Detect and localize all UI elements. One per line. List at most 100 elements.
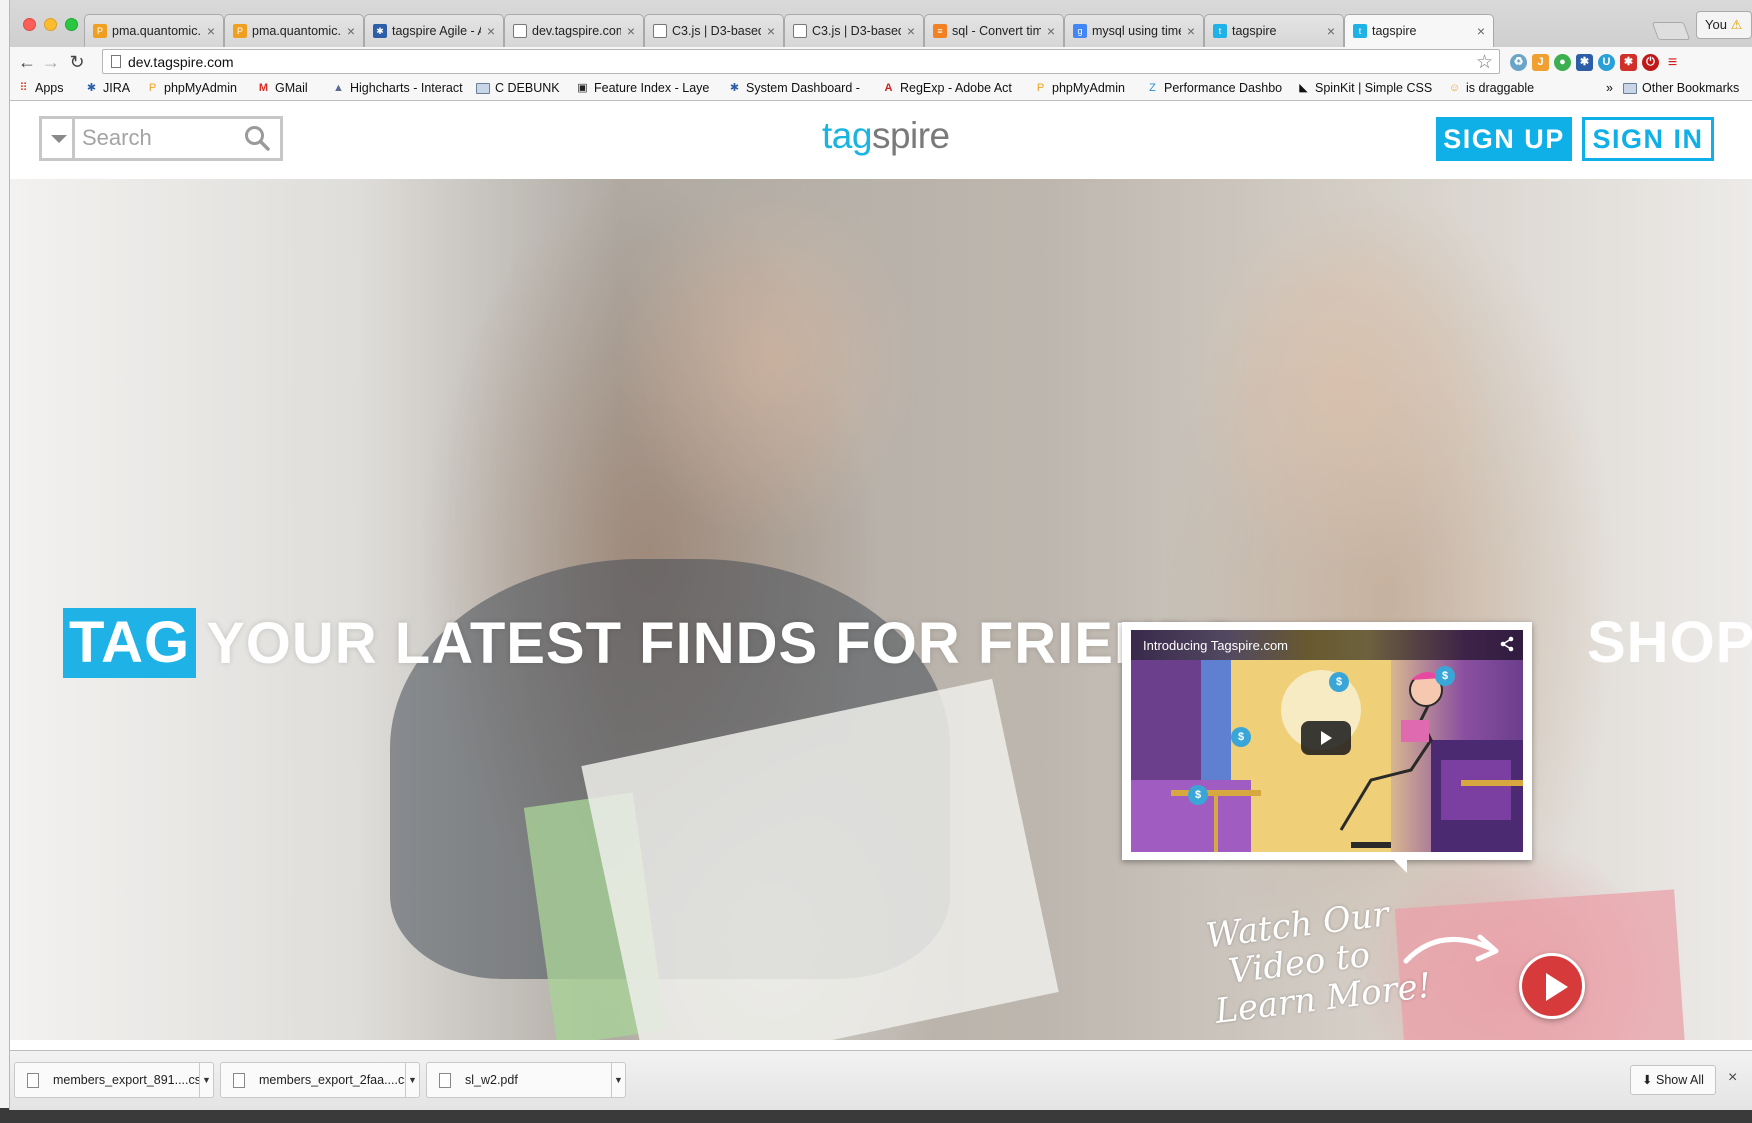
download-item[interactable]: members_export_2faa....csv ▼: [220, 1062, 420, 1098]
bookmarks-bar: ⠿ Apps ✱ JIRA P phpMyAdmin M GMail ▲ Hig…: [10, 77, 1752, 101]
download-item[interactable]: members_export_891....csv ▼: [14, 1062, 214, 1098]
site-header: tagspire SIGN UP SIGN IN: [10, 101, 1752, 179]
bookmark-label: Highcharts - Interact: [350, 81, 463, 95]
tab-close-icon[interactable]: ×: [1327, 23, 1335, 39]
bookmark-highcharts[interactable]: ▲ Highcharts - Interact: [332, 81, 464, 95]
tab-c3js-1[interactable]: C3.js | D3-based re ×: [644, 14, 784, 47]
tab-close-icon[interactable]: ×: [207, 23, 215, 39]
bookmark-label: JIRA: [103, 81, 131, 95]
file-icon: [27, 1072, 39, 1088]
share-icon[interactable]: [1499, 636, 1515, 652]
logo-spire-text: spire: [871, 115, 950, 156]
download-name: members_export_891....csv: [53, 1073, 199, 1087]
tab-mysql-time[interactable]: g mysql using time st ×: [1064, 14, 1204, 47]
menu-icon[interactable]: ≡: [1664, 54, 1681, 71]
search-icon[interactable]: [244, 125, 270, 151]
tab-close-icon[interactable]: ×: [1187, 23, 1195, 39]
url-text: dev.tagspire.com: [128, 54, 234, 70]
address-bar[interactable]: dev.tagspire.com ☆: [102, 49, 1500, 74]
profile-button[interactable]: You ⚠: [1696, 11, 1752, 39]
evernote-extension-icon[interactable]: ●: [1554, 54, 1571, 71]
tab-title: pma.quantomic.com: [252, 24, 341, 38]
watch-video-play-button[interactable]: [1519, 953, 1585, 1019]
tab-close-icon[interactable]: ×: [487, 23, 495, 39]
video-title-bar: Introducing Tagspire.com: [1131, 630, 1523, 660]
tab-sql-convert[interactable]: ≡ sql - Convert timest ×: [924, 14, 1064, 47]
bookmark-label: is draggable: [1466, 81, 1535, 95]
bookmark-c-debunk[interactable]: C DEBUNK: [476, 81, 560, 95]
search-input[interactable]: [82, 124, 242, 152]
tab-pma-1[interactable]: P pma.quantomic.com ×: [84, 14, 224, 47]
tab-dev-api[interactable]: dev.tagspire.com/api ×: [504, 14, 644, 47]
power-extension-icon[interactable]: ⏻: [1642, 54, 1659, 71]
tab-strip: P pma.quantomic.com × P pma.quantomic.co…: [10, 0, 1752, 47]
bookmarks-overflow-button[interactable]: »: [1606, 81, 1613, 95]
spinkit-icon: ◣: [1299, 81, 1308, 94]
dollar-coin-icon: $: [1435, 666, 1455, 686]
download-menu-chevron-icon[interactable]: ▼: [199, 1063, 213, 1097]
video-player[interactable]: Introducing Tagspire.com $ $ $ $: [1131, 630, 1523, 852]
download-menu-chevron-icon[interactable]: ▼: [405, 1063, 419, 1097]
tab-tagspire-agile[interactable]: ✱ tagspire Agile - Agile ×: [364, 14, 504, 47]
curved-arrow-icon: [1403, 934, 1499, 964]
bookmark-system-dashboard[interactable]: ✱ System Dashboard -: [728, 81, 870, 95]
new-tab-button[interactable]: [1651, 22, 1691, 40]
tab-close-icon[interactable]: ×: [907, 23, 915, 39]
bookmark-gmail[interactable]: M GMail: [257, 81, 308, 95]
video-play-button[interactable]: [1301, 721, 1351, 755]
download-menu-chevron-icon[interactable]: ▼: [611, 1063, 625, 1097]
tab-tagspire-1[interactable]: t tagspire ×: [1204, 14, 1344, 47]
tab-c3js-2[interactable]: C3.js | D3-based re ×: [784, 14, 924, 47]
dollar-coin-icon: $: [1329, 672, 1349, 692]
tab-tagspire-active[interactable]: t tagspire ×: [1344, 14, 1494, 47]
logo-tag-text: tag: [822, 115, 872, 156]
other-bookmarks-folder[interactable]: Other Bookmarks: [1623, 81, 1739, 95]
page-icon: Z: [1149, 81, 1156, 94]
bookmark-feature-index[interactable]: ▣ Feature Index - Laye: [576, 81, 716, 95]
bookmark-label: RegExp - Adobe Act: [900, 81, 1012, 95]
profile-label: You: [1705, 17, 1727, 32]
jetbrains-extension-icon[interactable]: J: [1532, 54, 1549, 71]
download-name: members_export_2faa....csv: [259, 1073, 405, 1087]
u-extension-icon[interactable]: U: [1598, 54, 1615, 71]
desktop-dock-strip: [0, 1108, 1752, 1123]
tab-close-icon[interactable]: ×: [767, 23, 775, 39]
tab-close-icon[interactable]: ×: [627, 23, 635, 39]
bookmark-label: Performance Dashbo: [1164, 81, 1283, 95]
sign-up-button[interactable]: SIGN UP: [1436, 117, 1572, 161]
jira-extension-icon[interactable]: ✱: [1576, 54, 1593, 71]
tab-close-icon[interactable]: ×: [1477, 23, 1485, 39]
forward-icon[interactable]: →: [40, 51, 62, 73]
close-shelf-icon[interactable]: ×: [1728, 1069, 1737, 1087]
bookmark-performance-dashboard[interactable]: Z Performance Dashbo: [1146, 81, 1286, 95]
pma-icon: P: [148, 81, 157, 94]
search-category-dropdown[interactable]: [42, 119, 75, 158]
bookmark-regexp[interactable]: A RegExp - Adobe Act: [882, 81, 1022, 95]
bookmark-phpmyadmin[interactable]: P phpMyAdmin: [146, 81, 237, 95]
bookmark-phpmyadmin-2[interactable]: P phpMyAdmin: [1034, 81, 1125, 95]
minimize-window-button[interactable]: [44, 18, 57, 31]
download-item[interactable]: sl_w2.pdf ▼: [426, 1062, 626, 1098]
sign-in-button[interactable]: SIGN IN: [1582, 117, 1714, 161]
bookmark-star-icon[interactable]: ☆: [1476, 51, 1493, 74]
tab-title: dev.tagspire.com/api: [532, 24, 621, 38]
tagspire-icon: t: [1213, 24, 1227, 38]
bookmark-is-draggable[interactable]: ☺ is draggable: [1448, 81, 1534, 95]
bookmark-spinkit[interactable]: ◣ SpinKit | Simple CSS: [1297, 81, 1435, 95]
recycle-extension-icon[interactable]: ♻: [1510, 54, 1527, 71]
bookmark-apps[interactable]: ⠿ Apps: [17, 81, 63, 95]
warning-icon: ⚠: [1730, 17, 1743, 32]
reload-icon[interactable]: ↻: [66, 51, 88, 73]
show-all-downloads-button[interactable]: ⬇ Show All: [1630, 1065, 1716, 1095]
lastpass-extension-icon[interactable]: ✱: [1620, 54, 1637, 71]
close-window-button[interactable]: [23, 18, 36, 31]
tab-pma-2[interactable]: P pma.quantomic.com ×: [224, 14, 364, 47]
jira-icon: ✱: [373, 24, 387, 38]
tagspire-logo[interactable]: tagspire: [822, 115, 950, 157]
tab-close-icon[interactable]: ×: [1047, 23, 1055, 39]
zoom-window-button[interactable]: [65, 18, 78, 31]
back-icon[interactable]: ←: [16, 51, 38, 73]
bookmark-jira[interactable]: ✱ JIRA: [85, 81, 130, 95]
tab-close-icon[interactable]: ×: [347, 23, 355, 39]
pdf-file-icon: [439, 1072, 451, 1088]
